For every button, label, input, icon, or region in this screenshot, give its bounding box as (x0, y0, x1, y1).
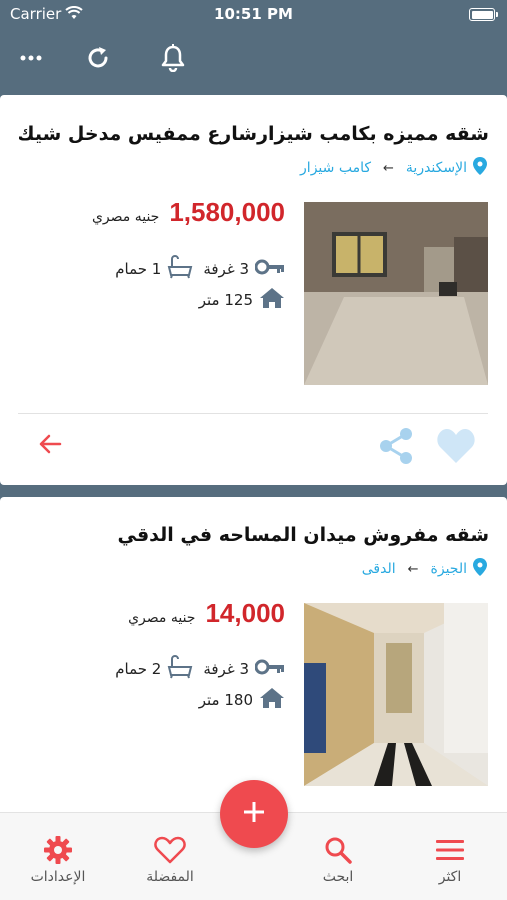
tab-favorites[interactable]: المفضلة (120, 833, 220, 885)
city-label: الإسكندرية (405, 160, 467, 176)
more-dots-icon[interactable] (15, 42, 47, 74)
plus-icon (242, 800, 266, 828)
rooms-label: 3 غرفة (203, 260, 249, 278)
clock: 10:51 PM (214, 5, 293, 23)
baths-feature: 1 حمام (115, 255, 193, 283)
listing-photo[interactable] (304, 603, 488, 786)
bell-icon[interactable] (157, 42, 189, 74)
search-icon (288, 833, 388, 867)
baths-label: 2 حمام (115, 660, 162, 678)
add-listing-button[interactable] (220, 780, 288, 848)
tab-label: اكثر (438, 869, 462, 885)
bathtub-icon (167, 255, 193, 283)
listing-title[interactable]: شقه مفروش ميدان المساحه في الدقي (118, 524, 489, 546)
status-bar: Carrier 10:51 PM (0, 0, 507, 30)
area-row: 125 متر (199, 287, 285, 313)
divider (18, 413, 488, 414)
area-feature: 180 متر (199, 687, 285, 713)
price-row: 1,580,000 جنيه مصري (92, 197, 285, 228)
rooms-feature: 3 غرفة (203, 659, 285, 679)
baths-label: 1 حمام (115, 260, 162, 278)
home-icon (259, 287, 285, 313)
menu-icon (400, 833, 500, 867)
tab-label: الإعدادات (30, 869, 86, 885)
location-breadcrumb: الجيزة ← الدقى (362, 558, 487, 580)
arrow-left-icon: ← (407, 561, 419, 577)
key-icon (254, 259, 285, 279)
price-row: 14,000 جنيه مصري (128, 598, 285, 629)
location-pin-icon (473, 157, 487, 179)
features-row: 3 غرفة 1 حمام (115, 255, 285, 283)
arrow-left-icon: ← (383, 160, 394, 176)
currency-label: جنيه مصري (91, 209, 160, 225)
features-row: 3 غرفة 2 حمام (115, 655, 285, 683)
district-label: كامب شيزار (300, 160, 372, 176)
rooms-label: 3 غرفة (203, 660, 249, 678)
area-label: 125 متر (198, 291, 253, 309)
heart-icon (120, 833, 220, 867)
listing-card[interactable]: شقه مفروش ميدان المساحه في الدقي الجيزة … (0, 497, 507, 827)
bathtub-icon (167, 655, 193, 683)
area-feature: 125 متر (199, 287, 285, 313)
city-label: الجيزة (430, 561, 467, 577)
arrow-left-icon[interactable] (36, 429, 64, 459)
navigation-bar (0, 30, 507, 92)
listing-card[interactable]: شقه مميزه بكامب شيزارشارع ممفيس مدخل شيك… (0, 95, 507, 485)
tab-more[interactable]: اكثر (400, 833, 500, 885)
tab-label: المفضلة (146, 869, 194, 885)
location-pin-icon (473, 558, 487, 580)
home-icon (259, 687, 285, 713)
listing-photo[interactable] (304, 202, 488, 385)
battery-icon (469, 8, 498, 21)
refresh-icon[interactable] (82, 42, 114, 74)
key-icon (254, 659, 285, 679)
listing-title[interactable]: شقه مميزه بكامب شيزارشارع ممفيس مدخل شيك… (19, 123, 489, 145)
tab-settings[interactable]: الإعدادات (8, 833, 108, 885)
area-row: 180 متر (199, 687, 285, 713)
gear-icon (8, 833, 108, 867)
tab-search[interactable]: ابحث (288, 833, 388, 885)
rooms-feature: 3 غرفة (203, 259, 285, 279)
district-label: الدقى (361, 561, 396, 577)
price-value: 14,000 (205, 598, 285, 628)
tab-label: ابحث (322, 869, 354, 885)
price-value: 1,580,000 (169, 197, 285, 227)
currency-label: جنيه مصري (128, 610, 196, 626)
location-breadcrumb: الإسكندرية ← كامب شيزار (300, 157, 487, 179)
favorite-heart-icon[interactable] (435, 427, 477, 465)
share-icon[interactable] (377, 427, 415, 465)
area-label: 180 متر (198, 691, 253, 709)
baths-feature: 2 حمام (115, 655, 193, 683)
